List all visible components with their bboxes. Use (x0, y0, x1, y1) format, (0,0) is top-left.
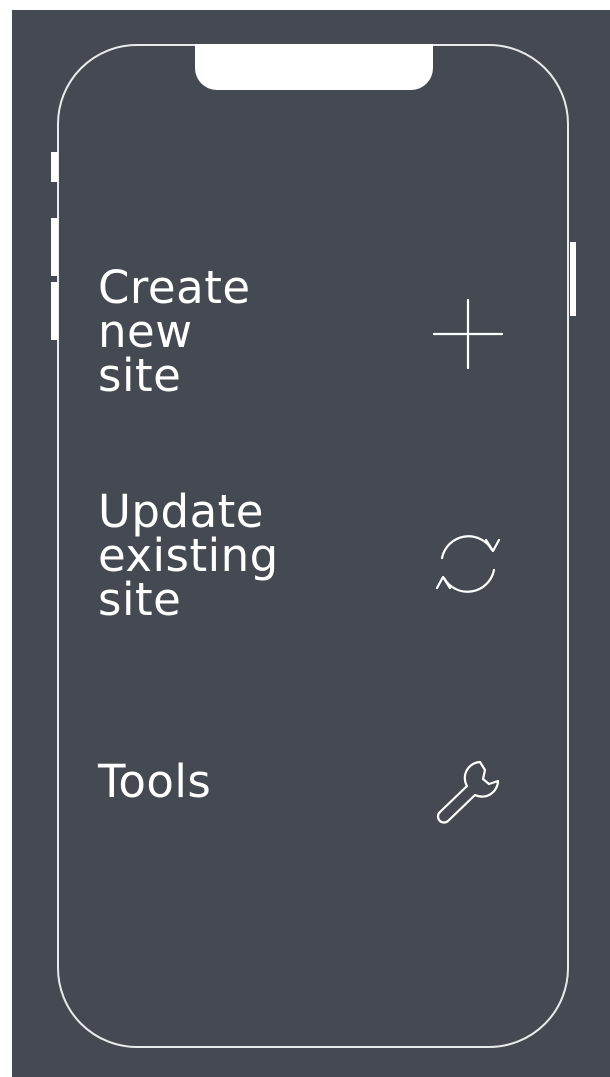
menu-item-label: Create new site (98, 261, 251, 402)
menu-item-create-new-site[interactable]: Create new site (12, 261, 610, 416)
menu-item-tools[interactable]: Tools (12, 756, 610, 836)
app-background: Create new site Update existing site Too… (12, 10, 610, 1077)
wrench-icon[interactable] (430, 756, 506, 832)
phone-notch (195, 44, 433, 90)
plus-icon[interactable] (430, 296, 506, 372)
menu-item-label: Tools (98, 755, 212, 808)
menu-item-update-existing-site[interactable]: Update existing site (12, 485, 610, 640)
refresh-icon[interactable] (430, 526, 506, 602)
mute-switch (51, 152, 58, 182)
menu-item-label: Update existing site (98, 485, 279, 626)
